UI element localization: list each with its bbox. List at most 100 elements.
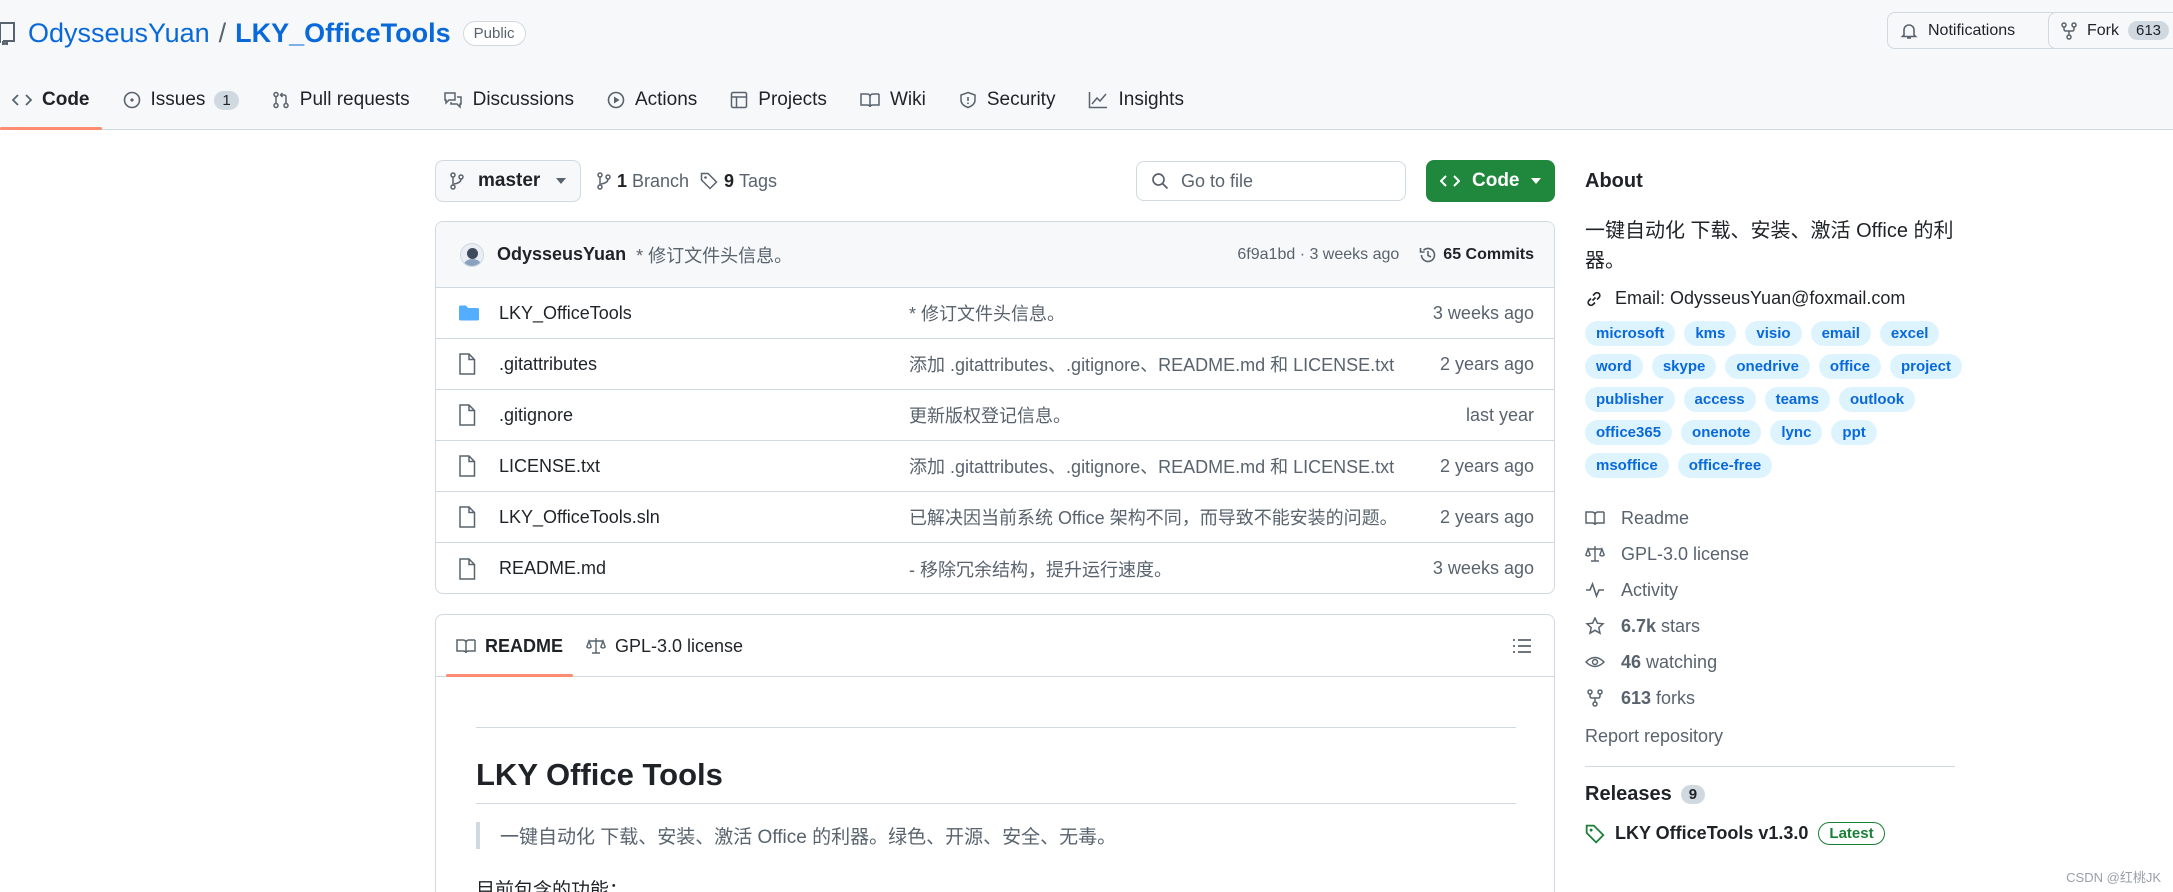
table-row[interactable]: .gitignore 更新版权登记信息。 last year: [436, 390, 1554, 441]
topic-tag[interactable]: email: [1810, 321, 1871, 346]
topic-tag[interactable]: onedrive: [1725, 354, 1810, 379]
branch-selector[interactable]: master: [435, 160, 581, 202]
table-row[interactable]: LKY_OfficeTools.sln 已解决因当前系统 Office 架构不同…: [436, 492, 1554, 543]
table-row[interactable]: LICENSE.txt 添加 .gitattributes、.gitignore…: [436, 441, 1554, 492]
topic-tag[interactable]: project: [1889, 354, 1962, 379]
tab-discussions[interactable]: Discussions: [431, 78, 586, 130]
readme-link[interactable]: Readme: [1585, 500, 1955, 536]
file-commit-time: 2 years ago: [1439, 506, 1534, 527]
topic-tag[interactable]: publisher: [1585, 387, 1675, 412]
history-icon: [1419, 247, 1436, 262]
file-commit-message[interactable]: 添加 .gitattributes、.gitignore、README.md 和…: [909, 453, 1440, 479]
commit-hash-time[interactable]: 6f9a1bd · 3 weeks ago: [1237, 246, 1399, 264]
issues-count: 1: [214, 90, 239, 110]
fork-button[interactable]: Fork 613: [2048, 12, 2173, 49]
topic-tag[interactable]: skype: [1651, 354, 1717, 379]
actions-play-icon: [607, 91, 625, 109]
table-row[interactable]: README.md - 移除冗余结构，提升运行速度。 3 weeks ago: [436, 543, 1554, 593]
code-button[interactable]: Code: [1426, 160, 1555, 202]
tab-security[interactable]: Security: [947, 78, 1068, 130]
tab-wiki[interactable]: Wiki: [848, 78, 938, 130]
file-name[interactable]: .gitattributes: [499, 354, 909, 375]
watchers-link[interactable]: 46 watching: [1585, 644, 1955, 680]
topic-tag[interactable]: kms: [1684, 321, 1737, 346]
file-commit-message[interactable]: 已解决因当前系统 Office 架构不同，而导致不能安装的问题。: [909, 504, 1440, 530]
table-row[interactable]: .gitattributes 添加 .gitattributes、.gitign…: [436, 339, 1554, 390]
file-commit-time: 2 years ago: [1439, 353, 1534, 374]
readme-paragraph: 目前包含的功能：: [476, 880, 629, 892]
file-name[interactable]: README.md: [499, 558, 909, 579]
activity-link-label: Activity: [1621, 579, 1679, 600]
repo-owner-link[interactable]: OdysseusYuan: [28, 18, 210, 49]
tab-actions[interactable]: Actions: [595, 78, 709, 130]
topic-tag[interactable]: ppt: [1831, 420, 1877, 445]
stars-link[interactable]: 6.7k stars: [1585, 608, 1955, 644]
file-icon: [458, 353, 488, 375]
branch-icon: [597, 172, 611, 190]
forks-link[interactable]: 613 forks: [1585, 680, 1955, 716]
activity-link[interactable]: Activity: [1585, 572, 1955, 608]
latest-release[interactable]: LKY OfficeTools v1.3.0 Latest: [1585, 822, 1955, 845]
topic-tag[interactable]: office-free: [1677, 453, 1773, 478]
topic-tag[interactable]: outlook: [1838, 387, 1916, 412]
topic-tag[interactable]: onenote: [1681, 420, 1762, 445]
tab-pull-requests[interactable]: Pull requests: [260, 78, 422, 130]
branches-link[interactable]: 1 Branch: [597, 160, 689, 202]
tab-projects[interactable]: Projects: [718, 78, 839, 130]
file-name[interactable]: LKY_OfficeTools.sln: [499, 507, 909, 528]
file-commit-message[interactable]: * 修订文件头信息。: [909, 300, 1433, 326]
notifications-button[interactable]: Notifications: [1887, 12, 2061, 49]
tab-issues[interactable]: Issues 1: [111, 78, 251, 130]
topic-tag[interactable]: lync: [1770, 420, 1823, 445]
list-outline-icon[interactable]: [1512, 637, 1532, 655]
table-row[interactable]: LKY_OfficeTools * 修订文件头信息。 3 weeks ago: [436, 288, 1554, 339]
topic-tag[interactable]: excel: [1879, 321, 1940, 346]
topic-tag[interactable]: msoffice: [1585, 453, 1669, 478]
tags-link[interactable]: 9 Tags: [700, 160, 777, 202]
commit-message[interactable]: * 修订文件头信息。: [636, 242, 792, 268]
tab-security-label: Security: [986, 89, 1056, 110]
discussions-icon: [443, 92, 462, 109]
avatar[interactable]: [460, 242, 484, 267]
file-name[interactable]: LKY_OfficeTools: [499, 303, 909, 324]
topic-tag[interactable]: office: [1818, 354, 1881, 379]
topic-tag[interactable]: office365: [1585, 420, 1673, 445]
code-icon: [12, 94, 32, 106]
go-to-file-input[interactable]: Go to file: [1136, 161, 1406, 201]
topic-tag[interactable]: microsoft: [1585, 321, 1676, 346]
file-commit-message[interactable]: 添加 .gitattributes、.gitignore、README.md 和…: [909, 351, 1440, 377]
file-icon: [458, 455, 488, 477]
sidebar-divider: [1585, 766, 1955, 767]
tab-wiki-label: Wiki: [889, 89, 926, 110]
commit-author[interactable]: OdysseusYuan: [497, 244, 626, 265]
file-commit-message[interactable]: - 移除冗余结构，提升运行速度。: [909, 556, 1433, 582]
topic-tag[interactable]: teams: [1764, 387, 1830, 412]
watermark: CSDN @红桃JK: [2066, 870, 2161, 885]
topic-tag[interactable]: visio: [1745, 321, 1802, 346]
tab-readme[interactable]: README: [445, 615, 574, 677]
file-name[interactable]: .gitignore: [499, 405, 909, 426]
visibility-badge: Public: [462, 20, 526, 46]
topic-tag[interactable]: word: [1585, 354, 1643, 379]
star-icon: [1585, 617, 1605, 635]
repo-name-link[interactable]: LKY_OfficeTools: [235, 18, 451, 49]
commits-link[interactable]: 65 Commits: [1419, 246, 1534, 264]
tab-license[interactable]: GPL-3.0 license: [586, 615, 743, 677]
about-email[interactable]: Email: OdysseusYuan@foxmail.com: [1585, 288, 1955, 309]
topic-tag[interactable]: access: [1683, 387, 1756, 412]
file-commit-time: 2 years ago: [1439, 455, 1534, 476]
tab-code[interactable]: Code: [0, 78, 102, 130]
tag-count-label: Tags: [739, 170, 778, 191]
file-toolbar: master 1 Branch 9 Tags Go to file Code: [435, 160, 1555, 202]
chevron-down-icon: [556, 178, 566, 184]
about-title: About: [1585, 169, 1643, 192]
about-sidebar: About 一键自动化 下载、安装、激活 Office 的利器。 Email: …: [1585, 160, 1962, 845]
tab-insights[interactable]: Insights: [1076, 78, 1195, 130]
fork-label: Fork: [2087, 21, 2119, 39]
file-commit-message[interactable]: 更新版权登记信息。: [909, 402, 1466, 428]
report-repository-link[interactable]: Report repository: [1585, 718, 1955, 754]
releases-heading[interactable]: Releases 9: [1585, 783, 1955, 806]
repo-meta-links: Readme GPL-3.0 license Activity 6.7k sta…: [1585, 500, 1955, 754]
file-name[interactable]: LICENSE.txt: [499, 456, 909, 477]
license-link[interactable]: GPL-3.0 license: [1585, 536, 1955, 572]
